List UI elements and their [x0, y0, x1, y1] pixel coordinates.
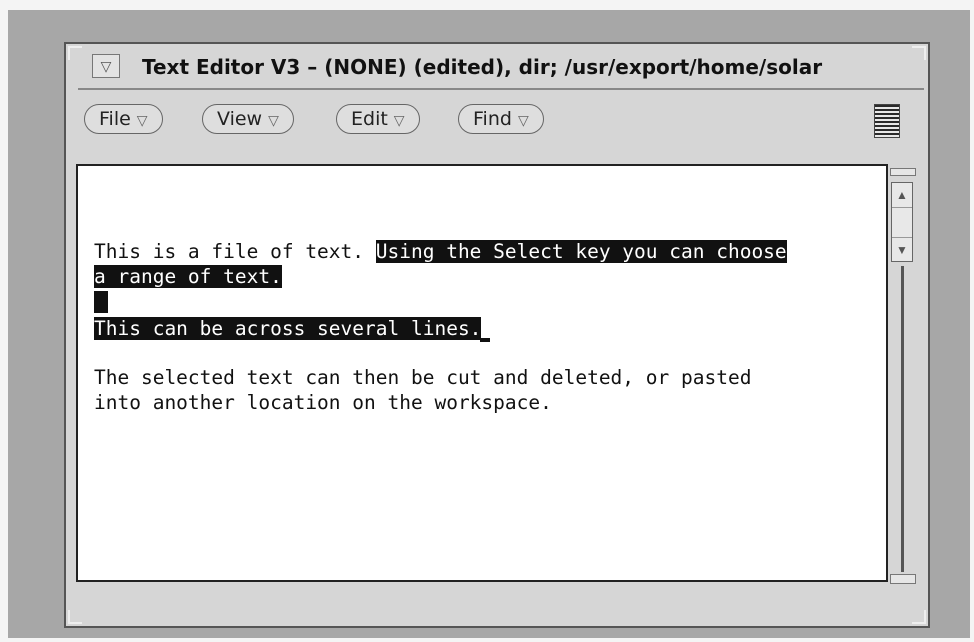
scrollbar-cable[interactable]	[901, 266, 904, 572]
triangle-down-icon: ▽	[136, 113, 148, 129]
text-line-3	[94, 289, 787, 314]
scrollbar-elevator[interactable]: ▲ ▼	[891, 182, 913, 262]
view-menu-label: View	[217, 108, 263, 130]
desktop-background: ▽ Text Editor V3 – (NONE) (edited), dir;…	[8, 10, 970, 638]
window-title: Text Editor V3 – (NONE) (edited), dir; /…	[142, 55, 823, 79]
text-caret	[480, 314, 491, 342]
plain-text: This is a file of text.	[94, 240, 376, 263]
triangle-down-icon: ▽	[393, 113, 405, 129]
triangle-down-icon: ▽	[268, 113, 279, 129]
vertical-scrollbar[interactable]: ▲ ▼	[890, 168, 916, 588]
text-editor-window: ▽ Text Editor V3 – (NONE) (edited), dir;…	[64, 42, 930, 628]
scroll-down-arrow-icon[interactable]: ▼	[892, 237, 912, 262]
find-menu-button[interactable]: Find ▽	[458, 104, 544, 134]
document-lines-icon[interactable]	[874, 104, 900, 138]
selected-text: This can be across several lines.	[94, 317, 482, 340]
file-menu-button[interactable]: File ▽	[84, 104, 163, 134]
text-line-1: This is a file of text. Using the Select…	[94, 240, 787, 265]
text-line-2: a range of text.	[94, 264, 787, 290]
title-bar[interactable]: ▽ Text Editor V3 – (NONE) (edited), dir;…	[78, 48, 924, 90]
edit-menu-label: Edit	[351, 108, 388, 130]
resize-corner-bottom-left[interactable]	[68, 610, 82, 624]
find-menu-label: Find	[473, 108, 512, 130]
text-line-4: This can be across several lines.	[94, 314, 787, 342]
scrollbar-bottom-cable-anchor[interactable]	[890, 574, 916, 584]
menu-bar: File ▽ View ▽ Edit ▽ Find ▽	[84, 104, 914, 138]
scroll-up-arrow-icon[interactable]: ▲	[892, 183, 912, 208]
edit-menu-button[interactable]: Edit ▽	[336, 104, 420, 134]
selected-text: a range of text.	[94, 264, 282, 288]
triangle-down-icon: ▽	[100, 58, 112, 74]
text-line-5	[94, 342, 787, 367]
selected-newline	[94, 290, 108, 313]
text-editing-area[interactable]: This is a file of text. Using the Select…	[76, 164, 888, 582]
file-menu-label: File	[99, 108, 131, 130]
text-line-7: into another location on the workspace.	[94, 390, 552, 414]
view-menu-button[interactable]: View ▽	[202, 104, 294, 134]
triangle-down-icon: ▽	[517, 113, 529, 129]
selected-text: Using the Select key you can choose	[375, 240, 787, 263]
text-line-6: The selected text can then be cut and de…	[94, 366, 752, 389]
editor-content[interactable]: This is a file of text. Using the Select…	[94, 240, 787, 415]
scrollbar-top-cable-anchor[interactable]	[890, 168, 916, 176]
window-menu-button[interactable]: ▽	[92, 54, 120, 78]
resize-corner-bottom-right[interactable]	[912, 610, 926, 624]
